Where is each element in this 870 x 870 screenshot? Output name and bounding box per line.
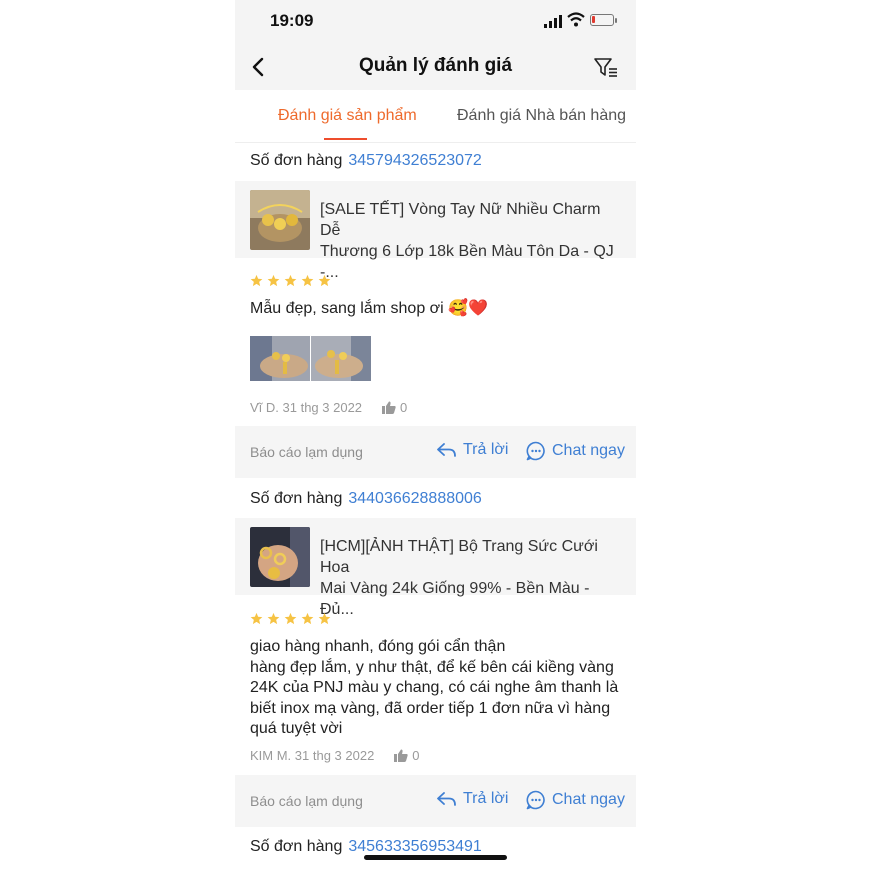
- signal-icon: [544, 15, 562, 28]
- author-date: KIM M. 31 thg 3 2022: [250, 748, 375, 763]
- star-icon: [284, 612, 297, 625]
- star-icon: [318, 612, 331, 625]
- phone-screen: 19:09 Quản lý đánh giá Đánh giá sản phẩm…: [235, 0, 636, 870]
- nav-bar: Quản lý đánh giá: [235, 44, 636, 90]
- review-comment: Mẫu đẹp, sang lắm shop ơi 🥰❤️: [250, 300, 488, 317]
- tab-product-reviews[interactable]: Đánh giá sản phẩm: [278, 107, 417, 125]
- review-meta: KIM M. 31 thg 3 2022 0: [250, 748, 420, 763]
- star-icon: [250, 612, 263, 625]
- review-actions: Báo cáo lạm dụng Trả lời Chat ngay: [235, 426, 636, 478]
- chat-now-button[interactable]: Chat ngay: [526, 790, 625, 810]
- status-bar: 19:09: [235, 0, 636, 44]
- order-number-link[interactable]: 345794326523072: [348, 152, 481, 169]
- order-label: Số đơn hàng: [250, 838, 343, 855]
- chat-bubble-icon: [526, 441, 545, 461]
- reply-button[interactable]: Trả lời: [437, 441, 508, 459]
- report-abuse-link[interactable]: Báo cáo lạm dụng: [250, 444, 363, 460]
- order-number-row: Số đơn hàng 345633356953491: [250, 838, 482, 856]
- review-meta: Vĩ D. 31 thg 3 2022 0: [250, 400, 407, 415]
- star-icon: [267, 274, 280, 287]
- wifi-icon: [567, 12, 585, 27]
- product-name: [SALE TẾT] Vòng Tay Nữ Nhiều Charm Dễ Th…: [320, 201, 614, 281]
- like-count: 0: [400, 400, 408, 415]
- like-button[interactable]: 0: [394, 748, 420, 763]
- chat-now-button[interactable]: Chat ngay: [526, 441, 625, 461]
- product-thumbnail: [250, 527, 310, 587]
- order-number-link[interactable]: 345633356953491: [348, 838, 481, 855]
- product-name: [HCM][ẢNH THẬT] Bộ Trang Sức Cưới Hoa Ma…: [320, 538, 598, 618]
- product-card[interactable]: [SALE TẾT] Vòng Tay Nữ Nhiều Charm Dễ Th…: [235, 181, 636, 281]
- star-rating: [250, 612, 331, 625]
- star-icon: [301, 612, 314, 625]
- like-count: 0: [412, 748, 420, 763]
- tab-seller-reviews[interactable]: Đánh giá Nhà bán hàng: [457, 107, 626, 125]
- page-title: Quản lý đánh giá: [358, 55, 513, 76]
- star-icon: [284, 274, 297, 287]
- report-abuse-link[interactable]: Báo cáo lạm dụng: [250, 793, 363, 809]
- order-number-link[interactable]: 344036628888006: [348, 490, 481, 507]
- reply-icon: [437, 443, 456, 457]
- battery-icon: [590, 14, 617, 26]
- review-photo[interactable]: [250, 336, 310, 381]
- reply-button[interactable]: Trả lời: [437, 790, 508, 808]
- review-tabs: Đánh giá sản phẩm Đánh giá Nhà bán hàng: [235, 90, 636, 143]
- active-tab-indicator: [324, 138, 367, 140]
- order-label: Số đơn hàng: [250, 152, 343, 169]
- star-rating: [250, 274, 331, 287]
- review-photo[interactable]: [311, 336, 371, 381]
- star-icon: [301, 274, 314, 287]
- status-time: 19:09: [270, 11, 314, 30]
- author-date: Vĩ D. 31 thg 3 2022: [250, 400, 363, 415]
- product-card[interactable]: [HCM][ẢNH THẬT] Bộ Trang Sức Cưới Hoa Ma…: [235, 518, 636, 618]
- review-photos: [250, 336, 371, 381]
- star-icon: [267, 612, 280, 625]
- review-comment: giao hàng nhanh, đóng gói cẩn thận hàng …: [250, 638, 619, 737]
- like-button[interactable]: 0: [382, 400, 407, 415]
- home-indicator[interactable]: [364, 855, 507, 860]
- order-label: Số đơn hàng: [250, 490, 343, 507]
- thumbs-up-icon: [382, 401, 396, 414]
- order-number-row: Số đơn hàng 344036628888006: [250, 490, 482, 508]
- thumbs-up-icon: [394, 749, 408, 762]
- filter-icon[interactable]: [593, 55, 619, 79]
- review-actions: Báo cáo lạm dụng Trả lời Chat ngay: [235, 775, 636, 827]
- product-thumbnail: [250, 190, 310, 250]
- chat-bubble-icon: [526, 790, 545, 810]
- order-number-row: Số đơn hàng 345794326523072: [250, 152, 482, 170]
- star-icon: [318, 274, 331, 287]
- star-icon: [250, 274, 263, 287]
- reply-icon: [437, 792, 456, 806]
